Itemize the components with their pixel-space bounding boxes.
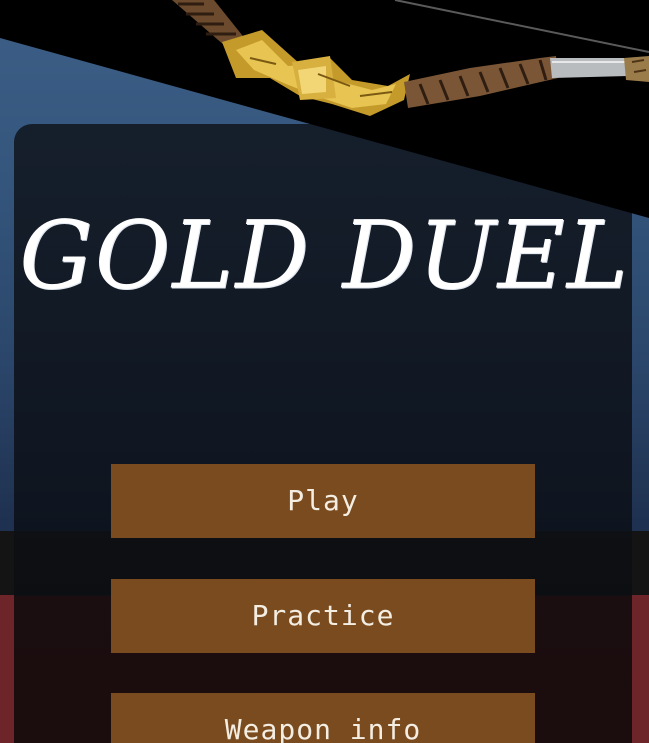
play-button[interactable]: Play [111,464,535,538]
game-title: GOLD DUEL [19,200,630,311]
practice-button[interactable]: Practice [111,579,535,653]
weapon-info-button[interactable]: Weapon info [111,693,535,743]
